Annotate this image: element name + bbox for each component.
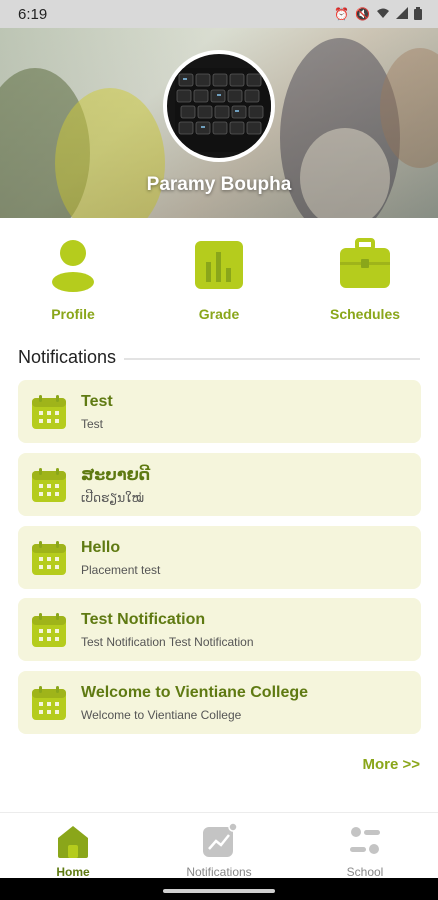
person-icon [46,238,100,292]
bottom-nav: Home Notifications School [0,812,438,879]
notification-card[interactable]: Hello Placement test [18,526,421,589]
calendar-icon [31,612,67,648]
briefcase-icon [338,238,392,292]
nav-school[interactable]: School [305,823,425,879]
calendar-icon [31,540,67,576]
alarm-icon: ⏰ [334,7,350,21]
schedules-label: Schedules [329,306,401,322]
notification-card[interactable]: Test Notification Test Notification Test… [18,598,421,661]
notifications-title: Notifications [18,346,117,367]
home-icon [55,823,91,859]
profile-button[interactable]: Profile [13,238,133,322]
nav-notifications-label: Notifications [186,865,252,879]
notification-subtitle: ເປີດຮຽນໃໝ່ [81,490,145,505]
status-icons: ⏰ 🔇 [334,6,422,22]
profile-name: Paramy Boupha [146,174,292,195]
notification-title: Test Notification [81,610,206,628]
quick-actions: Profile Grade Schedules [0,238,438,328]
notification-title: Hello [81,538,121,556]
school-icon [347,823,383,859]
home-gesture-handle[interactable] [163,889,275,893]
divider [124,358,420,360]
notification-card[interactable]: Welcome to Vientiane College Welcome to … [18,671,421,734]
more-link[interactable]: More >> [362,756,420,773]
notification-subtitle: Welcome to Vientiane College [81,707,242,722]
signal-icon [396,7,408,21]
schedules-button[interactable]: Schedules [305,238,425,322]
notification-card[interactable]: Test Test [18,380,421,443]
status-time: 6:19 [18,5,48,23]
grade-label: Grade [198,306,240,322]
calendar-icon [31,685,67,721]
nav-home[interactable]: Home [13,823,133,879]
notifications-section-header: Notifications [18,345,420,369]
notification-subtitle: Test Notification Test Notification [81,634,254,649]
battery-icon [414,6,422,22]
notification-subtitle: Test [81,416,104,431]
profile-label: Profile [51,306,95,322]
notification-title: Test [81,392,113,410]
calendar-icon [31,394,67,430]
chart-bars-icon [192,238,246,292]
gesture-bar [0,878,438,900]
nav-home-label: Home [56,865,90,879]
wifi-icon [376,7,390,21]
status-bar: 6:19 ⏰ 🔇 [0,0,438,28]
calendar-icon [31,467,67,503]
notification-title: ສະບາຍດີ [81,466,151,484]
notification-title: Welcome to Vientiane College [81,683,309,701]
avatar[interactable] [163,50,275,162]
grade-button[interactable]: Grade [159,238,279,322]
mute-icon: 🔇 [355,7,370,21]
nav-school-label: School [346,865,384,879]
notification-card[interactable]: ສະບາຍດີ ເປີດຮຽນໃໝ່ [18,453,421,516]
profile-banner: Paramy Boupha [0,28,438,218]
notifications-chart-icon [201,822,238,859]
notification-subtitle: Placement test [81,562,161,577]
nav-notifications[interactable]: Notifications [159,822,279,879]
